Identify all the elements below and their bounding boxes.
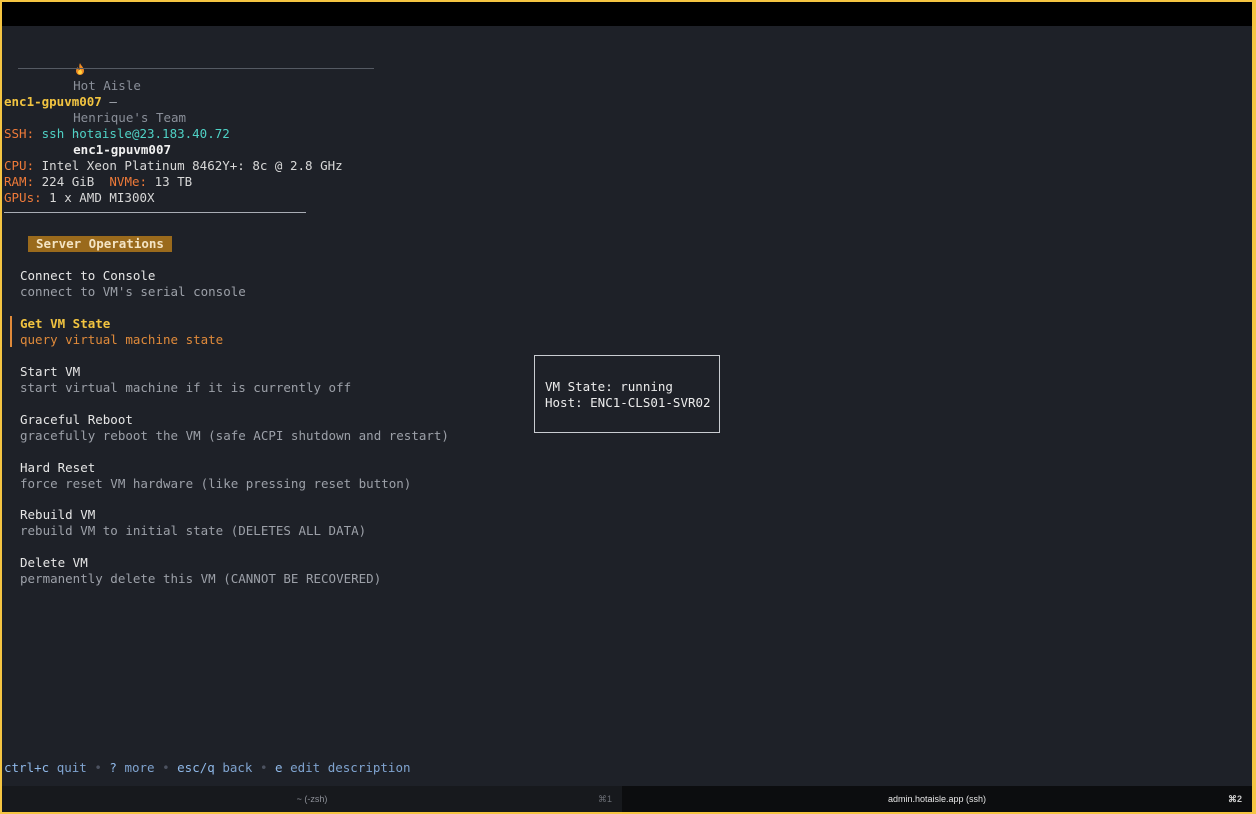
op-title: Delete VM <box>20 555 88 570</box>
tab-shortcut: ⌘1 <box>597 794 612 804</box>
gpus-label: GPUs: <box>4 190 42 205</box>
op-description: start virtual machine if it is currently… <box>20 380 352 395</box>
vm-state-popup: VM State: running Host: ENC1-CLS01-SVR02 <box>534 355 720 433</box>
op-description: force reset VM hardware (like pressing r… <box>20 476 412 491</box>
cpu-line: CPU: Intel Xeon Platinum 8462Y+: 8c @ 2.… <box>4 158 343 174</box>
gpus-line: GPUs: 1 x AMD MI300X <box>4 190 155 206</box>
ssh-command[interactable]: ssh hotaisle@23.183.40.72 <box>42 126 230 141</box>
help-separator: • <box>162 760 170 775</box>
breadcrumb-item-team[interactable]: Henrique's Team <box>73 110 186 125</box>
help-key: e <box>275 760 283 775</box>
help-key: ctrl+c <box>4 760 50 775</box>
vm-state-text: VM State: running <box>545 379 673 394</box>
nvme-label: NVMe: <box>109 174 148 189</box>
help-desc: back <box>222 760 253 775</box>
vm-host-text: Host: ENC1-CLS01-SVR02 <box>545 395 711 410</box>
window-titlebar <box>2 2 1252 26</box>
tab-zsh[interactable]: ~ (-zsh) ⌘1 <box>2 786 622 812</box>
cpu-label: CPU: <box>4 158 35 173</box>
breadcrumb-underline <box>18 68 374 69</box>
tab-title: admin.hotaisle.app (ssh) <box>887 794 987 804</box>
op-title: Get VM State <box>20 316 111 331</box>
terminal-tab-bar: ~ (-zsh) ⌘1 admin.hotaisle.app (ssh) ⌘2 <box>2 786 1252 812</box>
help-separator: • <box>259 760 268 775</box>
ram-value: 224 GiB <box>41 174 95 189</box>
ram-line: RAM: 224 GiB NVMe: 13 TB <box>4 174 192 190</box>
tab-shortcut: ⌘2 <box>1227 794 1242 804</box>
op-description: permanently delete this VM (CANNOT BE RE… <box>20 571 382 586</box>
op-title: Rebuild VM <box>20 507 96 522</box>
terminal-window: Hot Aisle › Henrique's Team › enc1-gpuvm… <box>2 2 1252 812</box>
cpu-value: Intel Xeon Platinum 8462Y+: 8c @ 2.8 GHz <box>41 158 343 173</box>
breadcrumb-item-current: enc1-gpuvm007 <box>73 142 171 157</box>
section-title-badge: Server Operations <box>28 236 172 252</box>
op-title: Hard Reset <box>20 460 96 475</box>
help-desc: quit <box>56 760 87 775</box>
gpus-value: 1 x AMD MI300X <box>49 190 155 205</box>
flame-icon <box>76 63 85 75</box>
op-description: connect to VM's serial console <box>20 284 246 299</box>
ssh-line: SSH: ssh hotaisle@23.183.40.72 <box>4 126 230 142</box>
hostname-suffix: – <box>101 94 117 109</box>
tab-ssh[interactable]: admin.hotaisle.app (ssh) ⌘2 <box>622 786 1252 812</box>
op-description: query virtual machine state <box>20 332 224 347</box>
ram-label: RAM: <box>4 174 35 189</box>
help-desc: edit description <box>290 760 411 775</box>
nvme-value: 13 TB <box>154 174 193 189</box>
server-heading: enc1-gpuvm007 – <box>4 94 117 110</box>
op-title: Start VM <box>20 364 81 379</box>
terminal-content[interactable]: Hot Aisle › Henrique's Team › enc1-gpuvm… <box>2 26 1252 786</box>
breadcrumb: Hot Aisle › Henrique's Team › enc1-gpuvm… <box>28 46 186 174</box>
help-separator: • <box>94 760 102 775</box>
op-description: gracefully reboot the VM (safe ACPI shut… <box>20 428 449 443</box>
help-key: esc/q <box>177 760 215 775</box>
op-description: rebuild VM to initial state (DELETES ALL… <box>20 523 367 538</box>
op-title: Graceful Reboot <box>20 412 133 427</box>
help-key: ? <box>109 760 117 775</box>
help-bar: ctrl+c quit • ? more • esc/q back • e ed… <box>4 760 411 776</box>
help-desc: more <box>124 760 155 775</box>
server-hostname: enc1-gpuvm007 <box>4 94 102 109</box>
tab-title: ~ (-zsh) <box>296 794 328 804</box>
info-divider <box>4 212 306 213</box>
breadcrumb-item-org[interactable]: Hot Aisle <box>73 78 141 93</box>
selection-indicator <box>10 316 12 347</box>
ssh-label: SSH: <box>4 126 35 141</box>
op-title: Connect to Console <box>20 268 156 283</box>
